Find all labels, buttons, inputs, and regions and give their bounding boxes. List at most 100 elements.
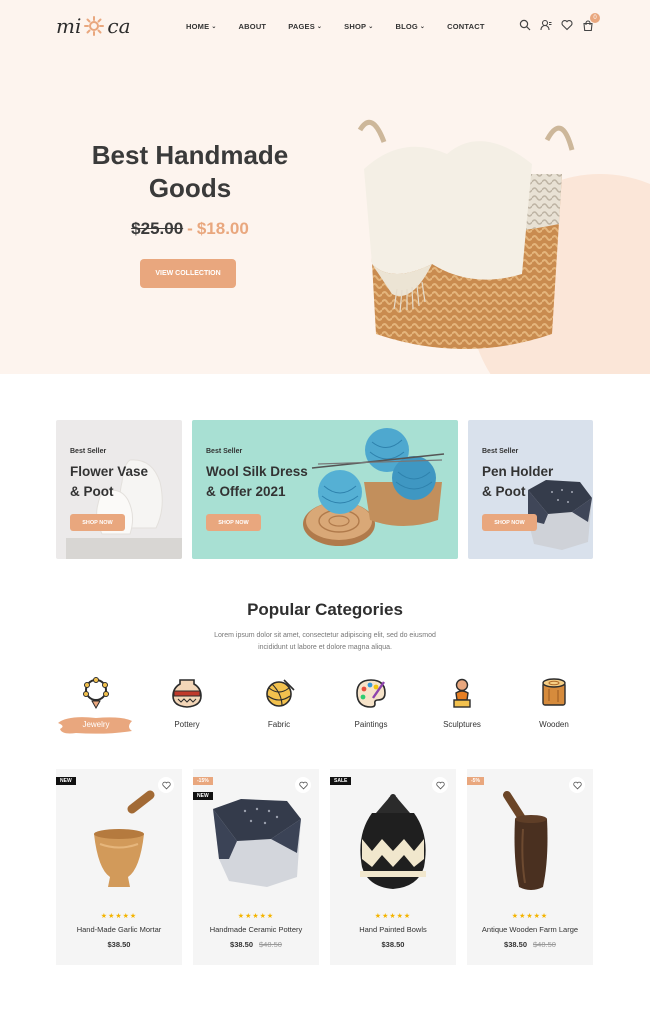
shop-now-button[interactable]: SHOP NOW (482, 514, 537, 531)
product-price: $38.50 (56, 940, 182, 949)
product-price: $38.50 $48.50 (467, 940, 593, 949)
category-label: Jewelry (82, 720, 110, 729)
category-fabric[interactable]: Fabric (249, 676, 309, 729)
nav-contact[interactable]: CONTACT (447, 22, 485, 31)
heart-icon[interactable] (561, 19, 573, 31)
current-price: $38.50 (230, 940, 253, 949)
hero-banner: Best Handmade Goods $25.00- $18.00 VIEW C… (0, 54, 650, 374)
rating-stars: ★★★★★ (100, 913, 138, 920)
promo-title: Flower Vase & Poot (70, 462, 182, 502)
search-icon[interactable] (519, 19, 531, 31)
sale-badge: SALE (330, 777, 352, 785)
nav-shop[interactable]: SHOP ⌄ (344, 22, 373, 31)
view-collection-button[interactable]: VIEW COLLECTION (140, 259, 236, 288)
section-description: Lorem ipsum dolor sit amet, consectetur … (195, 630, 455, 654)
product-name[interactable]: Hand Painted Bowls (330, 925, 456, 934)
chevron-down-icon: ⌄ (368, 24, 374, 30)
shop-now-button[interactable]: SHOP NOW (206, 514, 261, 531)
nav-pages[interactable]: PAGES ⌄ (288, 22, 322, 31)
promo-banner-wool-silk[interactable]: Best Seller Wool Silk Dress & Offer 2021… (192, 420, 458, 559)
nav-blog-label: BLOG (395, 22, 418, 31)
garlic-mortar-image (94, 790, 155, 887)
category-label: Sculptures (443, 720, 481, 729)
jewelry-icon (83, 677, 109, 710)
product-name[interactable]: Handmade Ceramic Pottery (193, 925, 319, 934)
discount-badge: -15% (193, 777, 213, 785)
wood-log-icon (542, 678, 566, 706)
current-price: $38.50 (107, 940, 131, 949)
nav-blog[interactable]: BLOG ⌄ (395, 22, 425, 31)
section-title: Popular Categories (247, 600, 403, 619)
palette-icon (356, 679, 386, 708)
hero-basket-image (357, 119, 575, 349)
sculpture-icon (453, 678, 471, 708)
site-logo[interactable]: mi ca (56, 14, 131, 38)
product-price: $38.50 $48.50 (193, 940, 319, 949)
section-description-line2: incididunt ut labore et dolore magna ali… (258, 644, 392, 651)
category-wooden[interactable]: Wooden (524, 676, 584, 729)
product-card[interactable]: SALE ★★★★★ Hand Painted Bowls $38.50 (330, 769, 456, 965)
wooden-cup-image (503, 791, 548, 890)
yarn-icon (266, 679, 295, 707)
nav-contact-label: CONTACT (447, 22, 485, 31)
promo-title-line2: & Poot (482, 484, 526, 499)
category-jewelry[interactable]: Jewelry (66, 676, 126, 729)
logo-text-left: mi (56, 14, 82, 38)
product-card[interactable]: -15% NEW ★★★★★ Handmade Ceramic Pottery … (193, 769, 319, 965)
cart-button[interactable]: 0 (582, 13, 600, 32)
category-label: Wooden (539, 720, 569, 729)
promo-title: Wool Silk Dress & Offer 2021 (206, 462, 336, 502)
rating-stars: ★★★★★ (374, 913, 412, 920)
hero-title-line1: Best Handmade (91, 140, 289, 170)
promo-banner-pen-holder[interactable]: Best Seller Pen Holder & Poot SHOP NOW (468, 420, 593, 559)
rating-stars: ★★★★★ (237, 913, 275, 920)
old-price: $48.50 (533, 940, 556, 949)
new-badge: NEW (56, 777, 76, 785)
category-pottery[interactable]: Pottery (157, 676, 217, 729)
main-nav: HOME ⌄ ABOUT PAGES ⌄ SHOP ⌄ BLOG ⌄ CONTACT (186, 22, 485, 31)
nav-shop-label: SHOP (344, 22, 367, 31)
promo-banner-flower-vase[interactable]: Best Seller Flower Vase & Poot SHOP NOW (56, 420, 182, 559)
sun-logo-icon (84, 16, 105, 36)
hero-title-line2: Goods (148, 173, 232, 203)
product-card[interactable]: NEW ★★★★★ Hand-Made Garlic Mortar $38.50 (56, 769, 182, 965)
hero-title: Best Handmade Goods (70, 139, 310, 205)
promo-title-line1: Flower Vase (70, 464, 149, 479)
new-badge: NEW (193, 792, 213, 800)
product-name[interactable]: Hand-Made Garlic Mortar (56, 925, 182, 934)
category-label: Paintings (354, 720, 388, 729)
current-price: $38.50 (504, 940, 527, 949)
logo-text-right: ca (107, 14, 131, 38)
product-card[interactable]: -5% ★★★★★ Antique Wooden Farm Large $38.… (467, 769, 593, 965)
old-price: $48.50 (259, 940, 282, 949)
nav-home[interactable]: HOME ⌄ (186, 22, 217, 31)
category-paintings[interactable]: Paintings (341, 676, 401, 729)
section-description-line1: Lorem ipsum dolor sit amet, consectetur … (214, 632, 436, 639)
nav-about-label: ABOUT (238, 22, 267, 31)
hero-price: $25.00- $18.00 (70, 219, 310, 239)
hero-price-separator: - (187, 219, 193, 238)
cart-count-badge: 0 (590, 13, 600, 23)
chevron-down-icon: ⌄ (316, 24, 323, 30)
painted-bowl-image (360, 794, 426, 889)
category-sculptures[interactable]: Sculptures (432, 676, 492, 729)
nav-home-label: HOME (186, 22, 210, 31)
current-price: $38.50 (381, 940, 405, 949)
shop-now-button[interactable]: SHOP NOW (70, 514, 125, 531)
header-icons: 0 (519, 13, 600, 32)
promo-title-line2: & Offer 2021 (206, 484, 286, 499)
nav-pages-label: PAGES (288, 22, 315, 31)
hero-old-price: $25.00 (131, 219, 184, 238)
pottery-icon (172, 679, 202, 708)
chevron-down-icon: ⌄ (419, 24, 426, 30)
promo-title-line1: Wool Silk Dress (206, 464, 308, 479)
promo-tag: Best Seller (70, 448, 107, 455)
promo-title: Pen Holder & Poot (482, 462, 593, 502)
rating-stars: ★★★★★ (511, 913, 549, 920)
nav-about[interactable]: ABOUT (239, 22, 267, 31)
ceramic-pottery-image (213, 799, 301, 887)
hero-new-price: $18.00 (196, 219, 249, 238)
product-name[interactable]: Antique Wooden Farm Large (467, 925, 593, 934)
user-icon[interactable] (540, 19, 552, 31)
category-label: Pottery (174, 720, 200, 729)
